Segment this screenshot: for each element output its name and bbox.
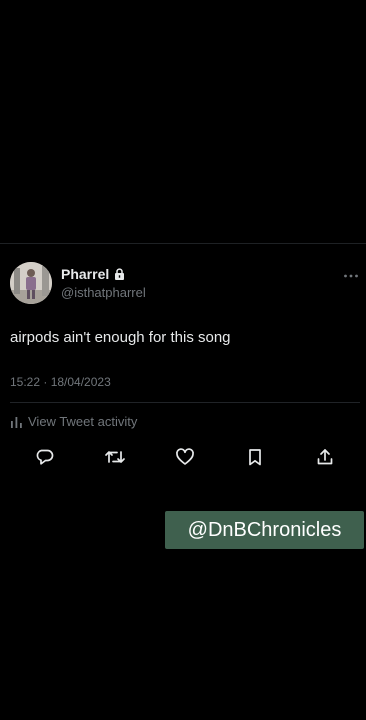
tweet-action-bar — [0, 445, 366, 469]
lock-icon — [114, 268, 125, 280]
author-handle[interactable]: @isthatpharrel — [61, 285, 146, 300]
watermark-text: @DnBChronicles — [187, 518, 342, 541]
display-name[interactable]: Pharrel — [61, 266, 109, 282]
avatar-image — [10, 262, 52, 304]
share-button[interactable] — [313, 445, 337, 469]
author-name-row[interactable]: Pharrel — [61, 266, 125, 282]
reply-button[interactable] — [33, 445, 57, 469]
bookmark-button[interactable] — [243, 445, 267, 469]
bookmark-icon — [249, 449, 261, 466]
retweet-icon — [105, 451, 125, 463]
bar-chart-icon — [10, 416, 23, 428]
reply-icon — [36, 449, 54, 465]
retweet-button[interactable] — [103, 445, 127, 469]
tweet-text: airpods ain't enough for this song — [10, 329, 231, 346]
watermark-badge: @DnBChronicles — [165, 511, 364, 549]
tweet-divider — [10, 402, 360, 403]
avatar[interactable] — [10, 262, 52, 304]
tweet-card[interactable]: Pharrel @isthatpharrel airpods ain't eno… — [0, 244, 366, 484]
activity-label: View Tweet activity — [28, 414, 138, 429]
more-horizontal-icon[interactable] — [343, 268, 359, 278]
like-button[interactable] — [173, 445, 197, 469]
share-icon — [317, 449, 333, 465]
tweet-timestamp[interactable]: 15:22 · 18/04/2023 — [10, 375, 111, 389]
view-tweet-activity-link[interactable]: View Tweet activity — [10, 414, 137, 429]
like-icon — [176, 448, 194, 465]
